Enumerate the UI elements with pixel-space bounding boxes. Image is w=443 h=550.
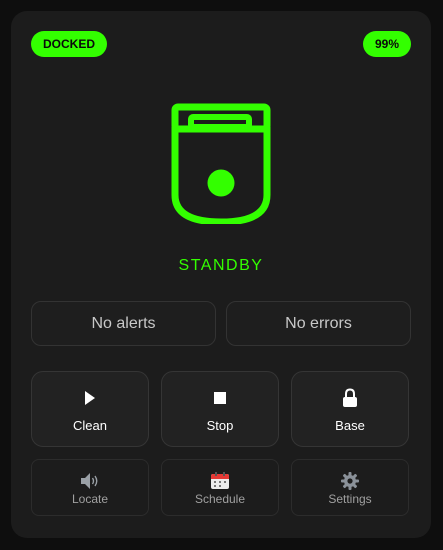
base-button-label: Base (335, 418, 365, 433)
settings-button[interactable]: Settings (291, 459, 409, 516)
docked-state-badge: DOCKED (31, 31, 108, 57)
locate-button-label: Locate (71, 492, 109, 506)
lock-icon (292, 388, 408, 408)
settings-button-label: Settings (328, 492, 372, 506)
stop-button-label: Stop (206, 418, 234, 433)
schedule-button[interactable]: Schedule (161, 459, 279, 516)
alerts-box: No alerts (31, 301, 216, 346)
stop-icon (162, 388, 278, 408)
battery-level-badge: 99% (362, 31, 411, 57)
robot-vacuum-icon (171, 103, 271, 224)
speaker-icon (32, 472, 148, 490)
robot-status-text: STANDBY (178, 257, 264, 274)
locate-button[interactable]: Locate (31, 459, 149, 516)
play-icon (32, 388, 148, 408)
schedule-button-label: Schedule (194, 492, 246, 506)
stop-button[interactable]: Stop (161, 371, 279, 447)
base-button[interactable]: Base (291, 371, 409, 447)
calendar-icon (162, 472, 278, 490)
gear-icon (292, 472, 408, 490)
errors-box: No errors (226, 301, 411, 346)
clean-button-label: Clean (73, 418, 107, 433)
vacuum-card: DOCKED 99% STANDBY No alerts No errors C… (11, 11, 431, 538)
clean-button[interactable]: Clean (31, 371, 149, 447)
